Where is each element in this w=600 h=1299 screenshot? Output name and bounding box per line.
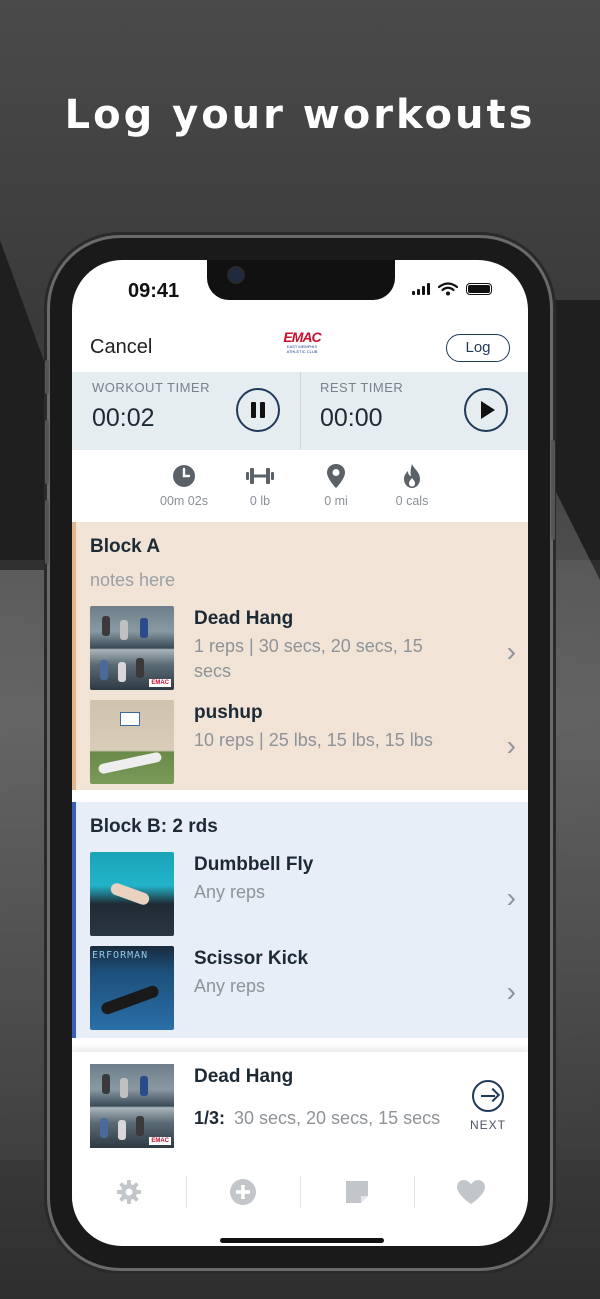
workout-timer: WORKOUT TIMER 00:02 bbox=[72, 372, 301, 450]
rest-timer-label: REST TIMER bbox=[320, 380, 404, 395]
exercise-row-dead-hang[interactable]: EMAC Dead Hang 1 reps | 30 secs, 20 secs… bbox=[90, 606, 524, 692]
workout-timer-value: 00:02 bbox=[92, 404, 155, 432]
exercise-details: Any reps bbox=[194, 976, 266, 996]
heart-icon bbox=[457, 1180, 485, 1204]
timers-panel: WORKOUT TIMER 00:02 REST TIMER 00:00 bbox=[72, 372, 528, 450]
exercise-details: Any reps bbox=[194, 882, 266, 902]
status-time: 09:41 bbox=[128, 280, 180, 302]
arrow-right-circle-icon bbox=[472, 1080, 504, 1112]
rest-timer-value: 00:00 bbox=[320, 404, 383, 432]
status-bar: 09:41 bbox=[72, 260, 528, 320]
current-set-label: 1/3: bbox=[194, 1108, 226, 1128]
battery-icon bbox=[466, 283, 492, 295]
stat-weight-value: 0 lb bbox=[249, 494, 271, 508]
log-button[interactable]: Log bbox=[446, 334, 510, 362]
tab-add[interactable] bbox=[186, 1172, 300, 1212]
volume-down-button bbox=[45, 500, 49, 564]
cellular-signal-icon bbox=[412, 283, 430, 295]
block-a-title: Block A bbox=[90, 536, 161, 557]
chevron-right-icon: › bbox=[506, 976, 516, 1007]
gear-icon bbox=[117, 1180, 141, 1204]
workout-timer-label: WORKOUT TIMER bbox=[92, 380, 210, 395]
exercise-details: 1 reps | 30 secs, 20 secs, 15 secs bbox=[194, 636, 423, 681]
rest-timer: REST TIMER 00:00 bbox=[300, 372, 528, 450]
exercise-details: 10 reps | 25 lbs, 15 lbs, 15 lbs bbox=[194, 730, 433, 750]
exercise-row-pushup[interactable]: pushup 10 reps | 25 lbs, 15 lbs, 15 lbs … bbox=[90, 700, 524, 786]
exercise-name: Dead Hang bbox=[194, 608, 294, 629]
exercise-row-dumbbell-fly[interactable]: Dumbbell Fly Any reps › bbox=[90, 852, 524, 938]
stat-duration: 00m 02s bbox=[144, 462, 224, 508]
exercise-thumbnail: EMAC bbox=[90, 606, 174, 690]
block-notes-input[interactable]: notes here bbox=[90, 570, 175, 591]
mute-switch bbox=[45, 360, 49, 394]
exercise-thumbnail: EMAC bbox=[90, 1064, 174, 1148]
clock-icon bbox=[173, 465, 195, 487]
current-exercise-panel: EMAC Dead Hang 1/3: 30 secs, 20 secs, 15… bbox=[72, 1052, 528, 1162]
stats-row: 00m 02s 0 lb 0 mi 0 cals bbox=[72, 450, 528, 522]
next-label: NEXT bbox=[469, 1118, 506, 1132]
block-a: Block A notes here EMAC Dead Hang 1 reps… bbox=[72, 522, 528, 790]
stat-duration-value: 00m 02s bbox=[160, 494, 208, 508]
current-set-details: 30 secs, 20 secs, 15 secs bbox=[234, 1108, 441, 1128]
location-pin-icon bbox=[327, 464, 345, 488]
plus-circle-icon bbox=[230, 1179, 256, 1205]
block-b: Block B: 2 rds Dumbbell Fly Any reps › E… bbox=[72, 802, 528, 1038]
power-button bbox=[551, 440, 555, 540]
stat-calories-value: 0 cals bbox=[395, 494, 429, 508]
exercise-row-scissor-kick[interactable]: ERFORMAN Scissor Kick Any reps › bbox=[90, 946, 524, 1032]
flame-icon bbox=[404, 464, 420, 488]
exercise-name: pushup bbox=[194, 702, 263, 723]
tab-favorites[interactable] bbox=[414, 1172, 528, 1212]
stat-distance-value: 0 mi bbox=[324, 494, 348, 508]
exercise-thumbnail: ERFORMAN bbox=[90, 946, 174, 1030]
next-button[interactable]: NEXT bbox=[468, 1080, 508, 1132]
exercise-name: Scissor Kick bbox=[194, 948, 309, 969]
chevron-right-icon: › bbox=[506, 730, 516, 761]
wifi-icon bbox=[438, 282, 458, 296]
exercise-thumbnail bbox=[90, 852, 174, 936]
exercise-name: Dumbbell Fly bbox=[194, 854, 314, 875]
block-b-title: Block B: 2 rds bbox=[90, 816, 218, 837]
cancel-button[interactable]: Cancel bbox=[90, 336, 152, 359]
chevron-right-icon: › bbox=[506, 636, 516, 667]
volume-up-button bbox=[45, 420, 49, 484]
home-indicator bbox=[220, 1238, 384, 1243]
chevron-right-icon: › bbox=[506, 882, 516, 913]
app-screen: 09:41 Cancel EMAC EAST MEMPHIS ATHLETIC … bbox=[72, 260, 528, 1246]
status-icons bbox=[412, 282, 492, 296]
workout-timer-pause-button[interactable] bbox=[236, 388, 280, 432]
tab-notes[interactable] bbox=[300, 1172, 414, 1212]
stat-weight: 0 lb bbox=[220, 462, 300, 508]
stat-calories: 0 cals bbox=[372, 462, 452, 508]
headline: Log your workouts bbox=[64, 92, 536, 138]
play-icon bbox=[481, 401, 495, 419]
rest-timer-play-button[interactable] bbox=[464, 388, 508, 432]
current-exercise-name: Dead Hang bbox=[194, 1066, 294, 1087]
exercise-thumbnail bbox=[90, 700, 174, 784]
note-icon bbox=[346, 1181, 368, 1203]
nav-bar: Cancel EMAC EAST MEMPHIS ATHLETIC CLUB L… bbox=[72, 328, 528, 372]
pause-icon bbox=[251, 402, 265, 418]
emac-logo: EMAC EAST MEMPHIS ATHLETIC CLUB bbox=[283, 329, 321, 354]
dumbbell-icon bbox=[246, 468, 274, 484]
tab-bar bbox=[72, 1162, 528, 1222]
tab-settings[interactable] bbox=[72, 1172, 186, 1212]
stat-distance: 0 mi bbox=[296, 462, 376, 508]
